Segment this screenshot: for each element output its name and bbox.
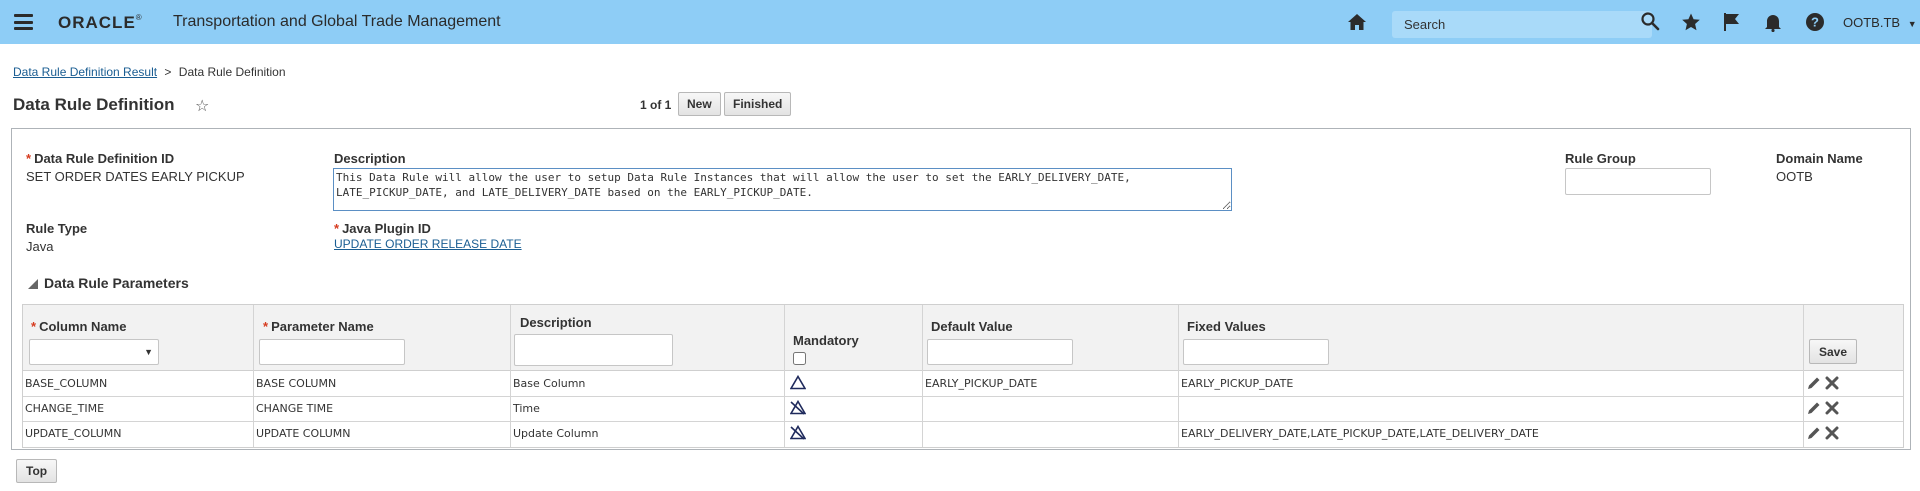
data-rule-parameters-toggle[interactable]: Data Rule Parameters <box>28 275 189 291</box>
mandatory-yes-icon <box>790 375 806 390</box>
row-parameter-name: CHANGE TIME <box>256 402 334 415</box>
svg-text:?: ? <box>1811 15 1819 30</box>
menu-icon[interactable] <box>14 14 33 30</box>
domain-name-value: OOTB <box>1776 169 1813 184</box>
breadcrumb-separator: > <box>164 65 172 79</box>
data-rule-id-value: SET ORDER DATES EARLY PICKUP <box>26 169 245 184</box>
breadcrumb: Data Rule Definition Result > Data Rule … <box>13 65 286 79</box>
row-description: Update Column <box>513 427 599 440</box>
user-name: OOTB.TB <box>1843 15 1901 30</box>
row-description: Base Column <box>513 377 586 390</box>
flags-icon[interactable] <box>1722 12 1742 32</box>
app-title: Transportation and Global Trade Manageme… <box>173 13 501 30</box>
breadcrumb-current: Data Rule Definition <box>178 65 286 79</box>
finished-button[interactable]: Finished <box>724 92 792 116</box>
parameter-name-header: * Parameter Name <box>263 319 374 334</box>
search-icon[interactable] <box>1640 11 1660 31</box>
row-parameter-name: BASE COLUMN <box>256 377 337 390</box>
mandatory-filter-checkbox[interactable] <box>793 352 806 365</box>
delete-x-icon[interactable] <box>1825 376 1839 390</box>
save-button[interactable]: Save <box>1809 339 1858 364</box>
row-column-name: CHANGE_TIME <box>25 402 105 415</box>
help-icon[interactable]: ? <box>1805 12 1825 32</box>
row-default-value: EARLY_PICKUP_DATE <box>925 377 1038 390</box>
rule-type-label: Rule Type <box>26 221 88 236</box>
column-name-header: * Column Name <box>31 319 127 334</box>
java-plugin-label: * Java Plugin ID <box>334 221 431 236</box>
row-parameter-name: UPDATE COLUMN <box>256 427 351 440</box>
data-rule-id-label: * Data Rule Definition ID <box>26 151 175 166</box>
row-fixed-values: EARLY_DELIVERY_DATE,LATE_PICKUP_DATE,LAT… <box>1181 427 1539 440</box>
row-column-name: UPDATE_COLUMN <box>25 427 122 440</box>
parameters-table: * Column Name ▼ * Parameter Name Descripti… <box>22 304 1904 448</box>
favorite-star-icon[interactable]: ☆ <box>195 96 209 116</box>
mandatory-no-icon <box>790 425 806 440</box>
pager-text: 1 of 1 <box>640 98 672 112</box>
top-button[interactable]: Top <box>16 459 58 483</box>
mandatory-no-icon <box>790 400 806 415</box>
row-column-name: BASE_COLUMN <box>25 377 108 390</box>
edit-pencil-icon[interactable] <box>1807 426 1821 440</box>
default-value-filter[interactable] <box>927 339 1073 365</box>
fixed-values-header: Fixed Values <box>1187 319 1266 334</box>
top-bar: ORACLE® Transportation and Global Trade … <box>0 0 1920 44</box>
user-menu[interactable]: OOTB.TB ▼ <box>1843 15 1917 30</box>
chevron-down-icon: ▼ <box>1907 19 1917 29</box>
oracle-logo[interactable]: ORACLE® <box>58 13 143 33</box>
default-value-header: Default Value <box>931 319 1013 334</box>
breadcrumb-link-result[interactable]: Data Rule Definition Result <box>13 65 157 79</box>
fixed-values-filter[interactable] <box>1183 339 1329 365</box>
favorites-star-icon[interactable] <box>1681 12 1701 32</box>
column-name-select[interactable]: ▼ <box>29 339 159 365</box>
java-plugin-link[interactable]: UPDATE ORDER RELEASE DATE <box>334 237 522 251</box>
rule-group-label: Rule Group <box>1565 151 1636 166</box>
row-description: Time <box>513 402 540 415</box>
description-label: Description <box>334 151 406 166</box>
required-indicator: * <box>26 151 32 166</box>
required-indicator: * <box>334 221 340 236</box>
edit-pencil-icon[interactable] <box>1807 376 1821 390</box>
description-filter[interactable] <box>514 334 673 366</box>
notifications-bell-icon[interactable] <box>1763 12 1783 32</box>
search-input[interactable] <box>1392 11 1652 38</box>
edit-pencil-icon[interactable] <box>1807 401 1821 415</box>
rule-group-input[interactable] <box>1565 168 1711 195</box>
new-button[interactable]: New <box>678 92 721 116</box>
rule-type-value: Java <box>26 239 54 254</box>
section-title: Data Rule Parameters <box>44 275 189 291</box>
description-textarea[interactable]: This Data Rule will allow the user to se… <box>333 168 1232 211</box>
domain-name-label: Domain Name <box>1776 151 1863 166</box>
description-header: Description <box>520 315 592 330</box>
mandatory-header: Mandatory <box>793 333 859 348</box>
delete-x-icon[interactable] <box>1825 426 1839 440</box>
delete-x-icon[interactable] <box>1825 401 1839 415</box>
parameter-name-filter[interactable] <box>259 339 405 365</box>
row-fixed-values: EARLY_PICKUP_DATE <box>1181 377 1294 390</box>
page-title: Data Rule Definition <box>13 95 175 114</box>
collapse-triangle-icon <box>28 279 38 289</box>
home-icon[interactable] <box>1347 12 1367 32</box>
chevron-down-icon: ▼ <box>144 347 153 357</box>
